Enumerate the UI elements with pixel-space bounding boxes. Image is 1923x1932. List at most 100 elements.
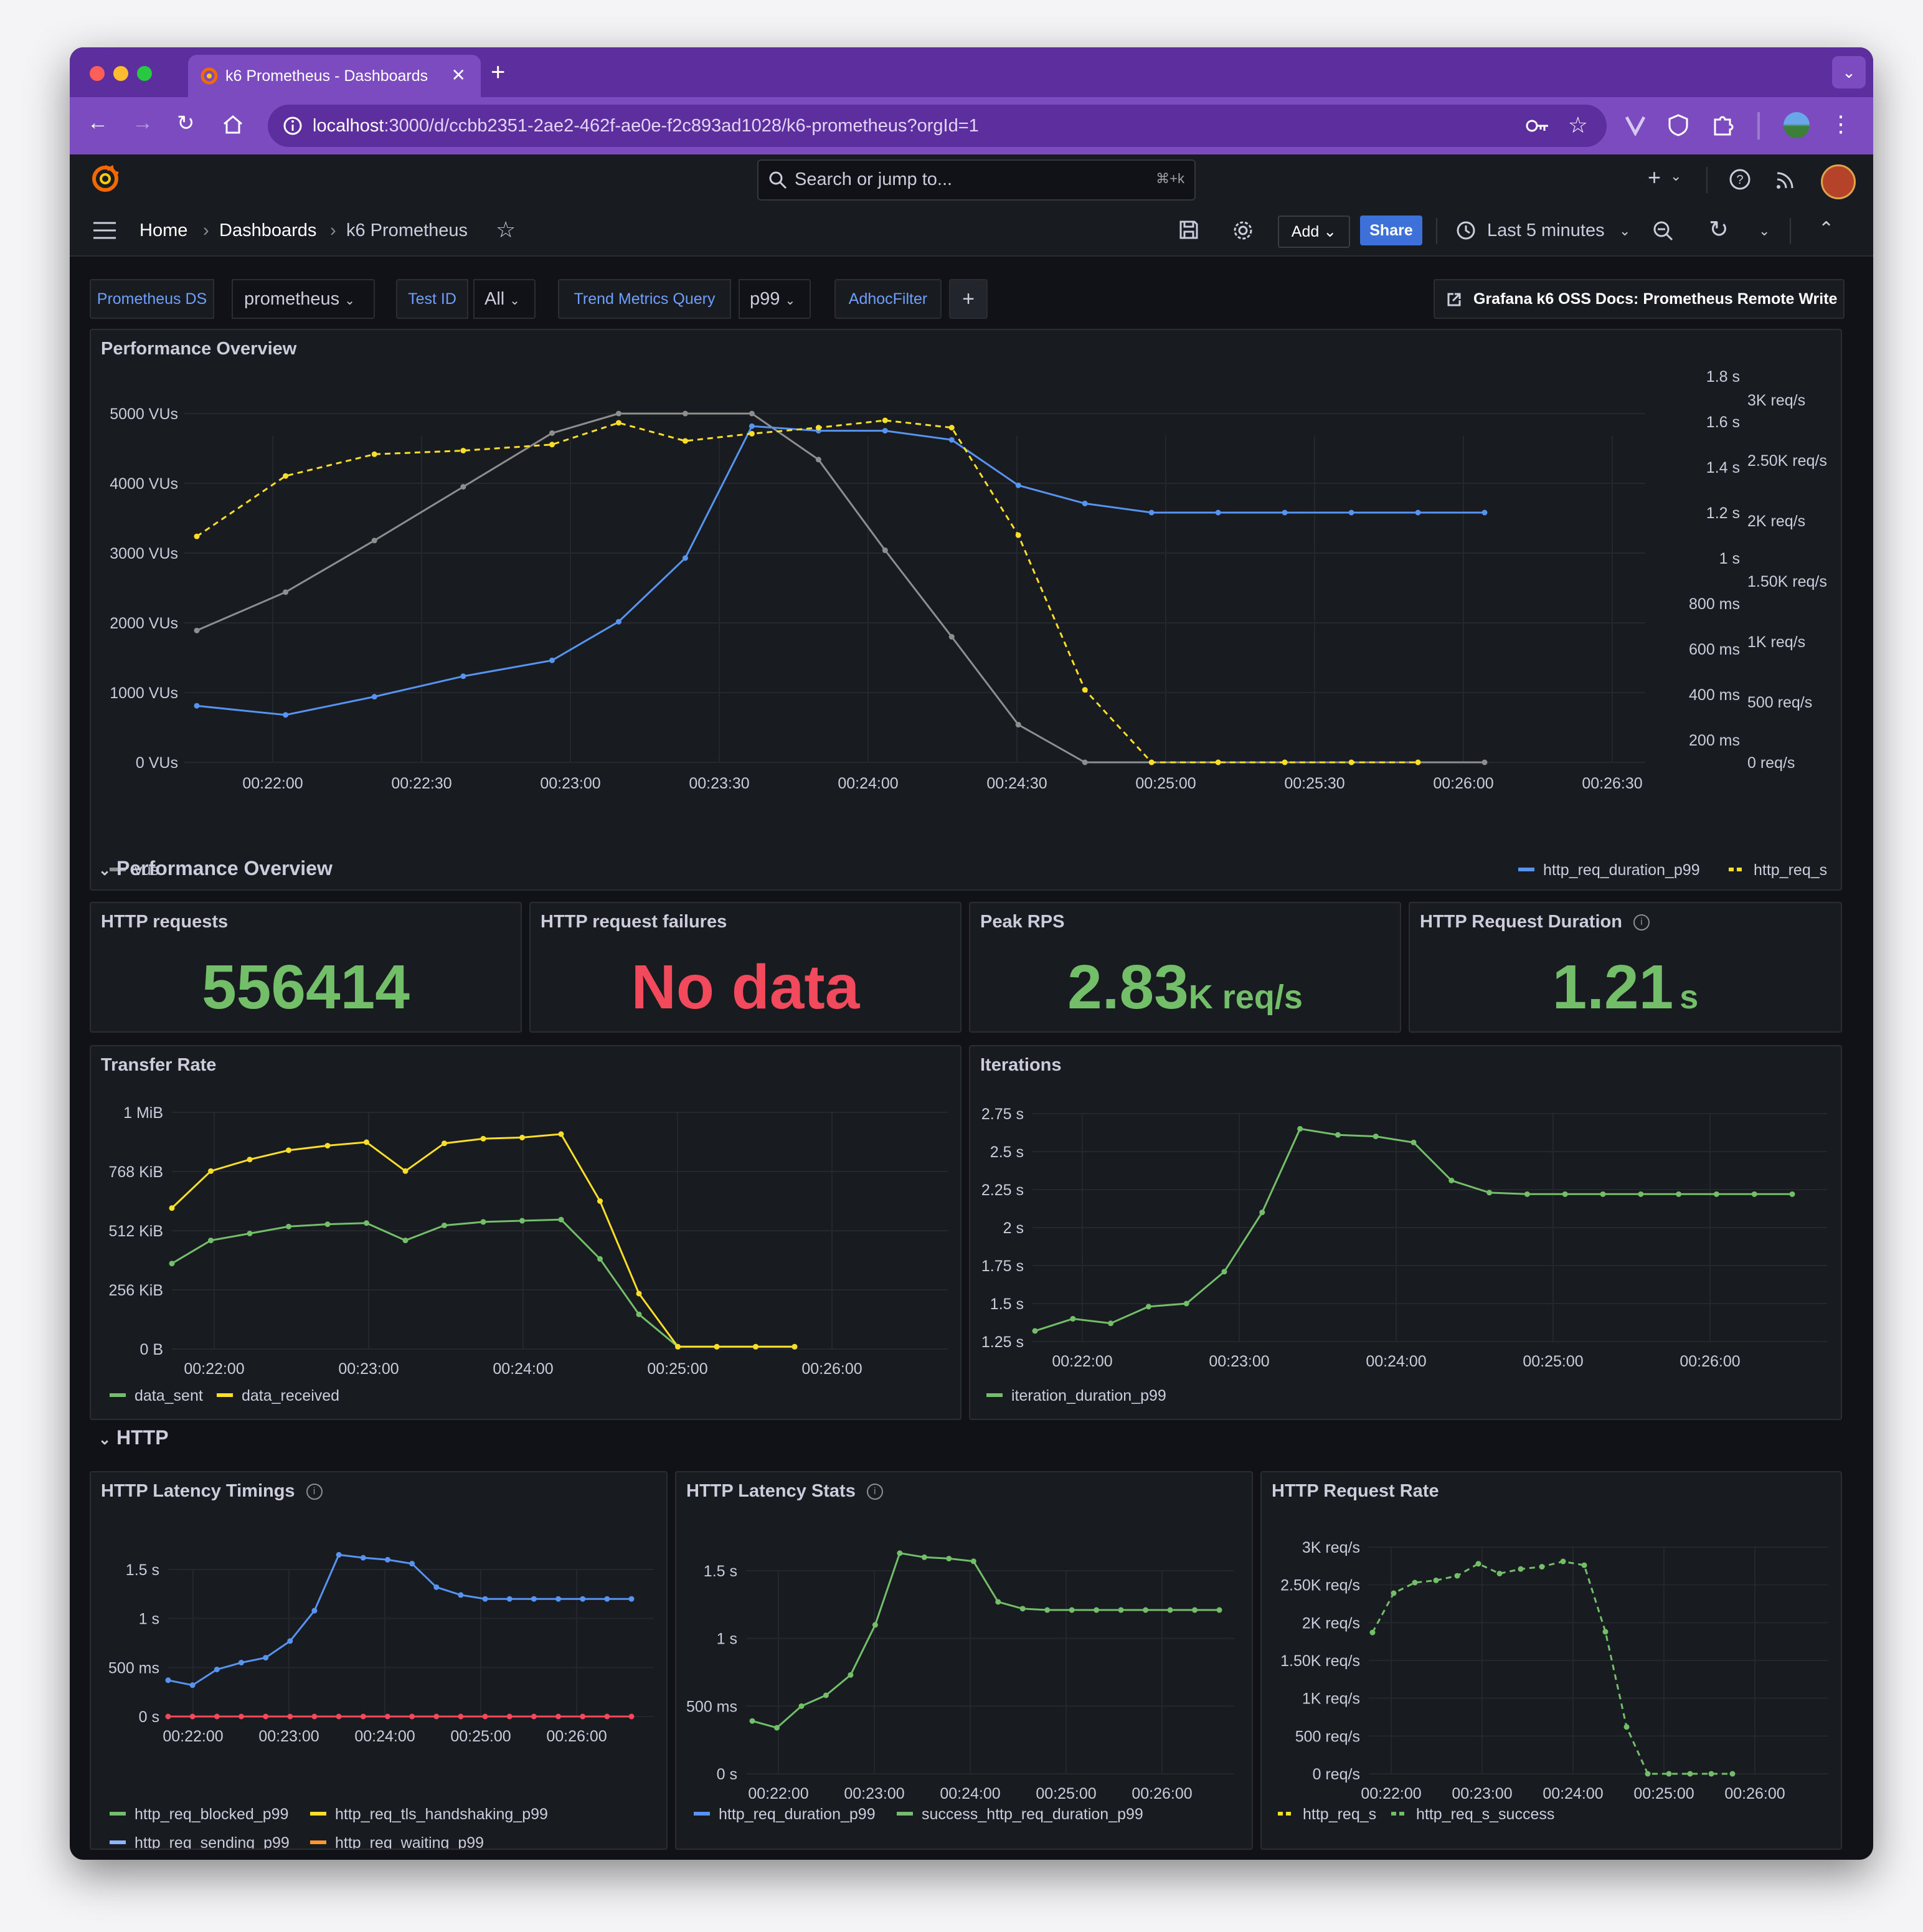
- latency-stats-panel: HTTP Latency Stats i 0 s 500 ms 1 s 1.5 s 00:…: [675, 1471, 1253, 1850]
- time-range-picker[interactable]: Last 5 minutes: [1487, 220, 1605, 241]
- chevron-down-icon: ⌄: [509, 294, 521, 308]
- y-tick-label-right2: 2K req/s: [1747, 513, 1805, 530]
- stat-panel-peak-rps: Peak RPS 2.83K req/s: [969, 902, 1401, 1033]
- zoom-out-icon[interactable]: [1653, 220, 1674, 242]
- data-point-http_req_s_success: [1539, 1564, 1545, 1570]
- extensions-puzzle-icon[interactable]: [1711, 113, 1735, 137]
- share-button[interactable]: Share: [1360, 215, 1422, 245]
- data-point-http_req_receiving_p99: [628, 1713, 635, 1720]
- tab-title: k6 Prometheus - Dashboards: [225, 67, 428, 85]
- reload-icon[interactable]: ↻: [177, 111, 195, 136]
- save-dashboard-icon[interactable]: [1178, 219, 1199, 240]
- breadcrumb-dashboards[interactable]: Dashboards: [219, 220, 316, 241]
- y-tick-label-right2: 2.50K req/s: [1747, 452, 1827, 470]
- x-tick-label: 00:24:00: [838, 775, 898, 792]
- y-tick-label: 1.75 s: [981, 1257, 1024, 1275]
- breadcrumb-separator: ›: [330, 220, 336, 240]
- data-point-http_req_s: [682, 438, 688, 444]
- user-avatar[interactable]: [1821, 164, 1856, 199]
- extension-v-icon[interactable]: [1624, 115, 1647, 136]
- menu-hamburger-icon[interactable]: [92, 220, 117, 240]
- back-icon[interactable]: ←: [87, 111, 108, 135]
- new-tab-icon[interactable]: +: [491, 59, 505, 87]
- close-tab-icon[interactable]: ✕: [451, 65, 466, 85]
- profile-avatar[interactable]: [1784, 112, 1810, 138]
- legend-label: http_req_s_success: [1416, 1806, 1554, 1823]
- legend-label: data_sent: [135, 1387, 203, 1404]
- new-plus-icon[interactable]: +: [1648, 164, 1661, 191]
- site-info-icon[interactable]: [283, 116, 303, 136]
- data-point-http_req_duration_p99: [194, 703, 200, 709]
- data-point-iteration_duration_p99: [1789, 1191, 1795, 1197]
- x-tick-label: 00:24:00: [1543, 1785, 1603, 1802]
- bookmark-star-icon[interactable]: ☆: [1568, 112, 1588, 138]
- data-point-http_req_duration_p99: [1215, 509, 1221, 516]
- var-test-id-select[interactable]: All ⌄: [473, 279, 536, 319]
- row-header-http[interactable]: ⌄ HTTP: [98, 1426, 169, 1449]
- var-trend-query-select[interactable]: p99 ⌄: [739, 279, 811, 319]
- data-point-http_req_duration_p99: [433, 1584, 440, 1590]
- y-tick-label: 2.50K req/s: [1280, 1577, 1360, 1594]
- data-point-data_sent: [636, 1311, 642, 1317]
- y-tick-label: 2.5 s: [990, 1144, 1024, 1161]
- data-point-http_req_s: [615, 420, 621, 426]
- data-point-http_req_s_success: [1391, 1590, 1397, 1596]
- close-window-button[interactable]: [90, 66, 105, 81]
- data-point-success_http_req_duration_p99: [823, 1692, 829, 1698]
- favorite-star-icon[interactable]: ☆: [496, 217, 516, 243]
- data-point-vus: [1481, 759, 1488, 765]
- data-point-success_http_req_duration_p99: [921, 1554, 927, 1560]
- data-point-vus: [749, 410, 755, 417]
- var-prometheus-ds-label: Prometheus DS: [90, 279, 214, 319]
- minimize-window-button[interactable]: [113, 66, 128, 81]
- news-feed-icon[interactable]: [1775, 169, 1796, 191]
- refresh-interval-chevron-icon[interactable]: ⌄: [1759, 223, 1770, 239]
- stat-value: No data: [631, 952, 860, 1022]
- y-tick-label: 0 s: [139, 1708, 159, 1726]
- address-bar[interactable]: localhost:3000/d/ccbb2351-2ae2-462f-ae0e…: [268, 105, 1607, 147]
- data-point-http_req_duration_p99: [214, 1666, 220, 1672]
- data-point-success_http_req_duration_p99: [1216, 1607, 1222, 1613]
- data-point-http_req_duration_p99: [549, 657, 555, 663]
- data-point-data_received: [519, 1134, 525, 1140]
- time-range-chevron-icon[interactable]: ⌄: [1619, 223, 1630, 239]
- forward-icon[interactable]: →: [132, 111, 153, 135]
- add-filter-plus-icon[interactable]: +: [949, 279, 988, 319]
- legend-label: http_req_tls_handshaking_p99: [335, 1806, 548, 1823]
- data-point-http_req_receiving_p99: [214, 1713, 220, 1720]
- row-header-performance[interactable]: ⌄ Performance Overview: [98, 857, 333, 880]
- info-icon[interactable]: i: [1633, 914, 1650, 931]
- data-point-success_http_req_duration_p99: [995, 1599, 1001, 1605]
- x-tick-label: 00:26:00: [1724, 1785, 1785, 1802]
- collapse-chevron-up-icon[interactable]: ⌃: [1818, 218, 1834, 240]
- breadcrumb-home[interactable]: Home: [139, 220, 187, 241]
- y-tick-label-left: 1000 VUs: [110, 684, 178, 702]
- x-tick-label: 00:22:00: [184, 1360, 244, 1378]
- data-point-iteration_duration_p99: [1032, 1328, 1038, 1334]
- home-icon[interactable]: [222, 113, 244, 136]
- tab-search-button[interactable]: ⌄: [1832, 56, 1866, 88]
- x-tick-label: 00:24:00: [940, 1785, 1000, 1802]
- maximize-window-button[interactable]: [137, 66, 152, 81]
- shield-extension-icon[interactable]: [1668, 113, 1689, 137]
- data-point-http_req_receiving_p99: [409, 1713, 415, 1720]
- docs-link[interactable]: Grafana k6 OSS Docs: Prometheus Remote W…: [1434, 279, 1845, 319]
- data-point-http_req_receiving_p99: [604, 1713, 610, 1720]
- var-prometheus-ds-select[interactable]: prometheus ⌄: [232, 279, 375, 319]
- tab-strip: k6 Prometheus - Dashboards ✕ + ⌄: [70, 47, 1873, 97]
- add-button[interactable]: Add ⌄: [1278, 215, 1350, 248]
- search-input[interactable]: Search or jump to... ⌘+k: [757, 159, 1196, 201]
- browser-tab[interactable]: k6 Prometheus - Dashboards ✕: [188, 55, 481, 97]
- new-chevron-icon[interactable]: ⌄: [1670, 168, 1681, 184]
- browser-menu-icon[interactable]: ⋮: [1830, 111, 1852, 137]
- y-tick-label: 500 ms: [686, 1698, 737, 1715]
- help-icon[interactable]: ?: [1729, 168, 1751, 191]
- data-point-http_req_duration_p99: [360, 1555, 366, 1561]
- password-key-icon[interactable]: [1526, 116, 1549, 136]
- settings-gear-icon[interactable]: [1232, 219, 1254, 242]
- breadcrumb-separator: ›: [203, 220, 209, 240]
- grafana-logo-icon[interactable]: [90, 163, 121, 194]
- refresh-icon[interactable]: ↻: [1709, 215, 1729, 244]
- y-tick-label: 2 s: [1003, 1219, 1024, 1237]
- grafana-favicon-icon: [201, 67, 218, 85]
